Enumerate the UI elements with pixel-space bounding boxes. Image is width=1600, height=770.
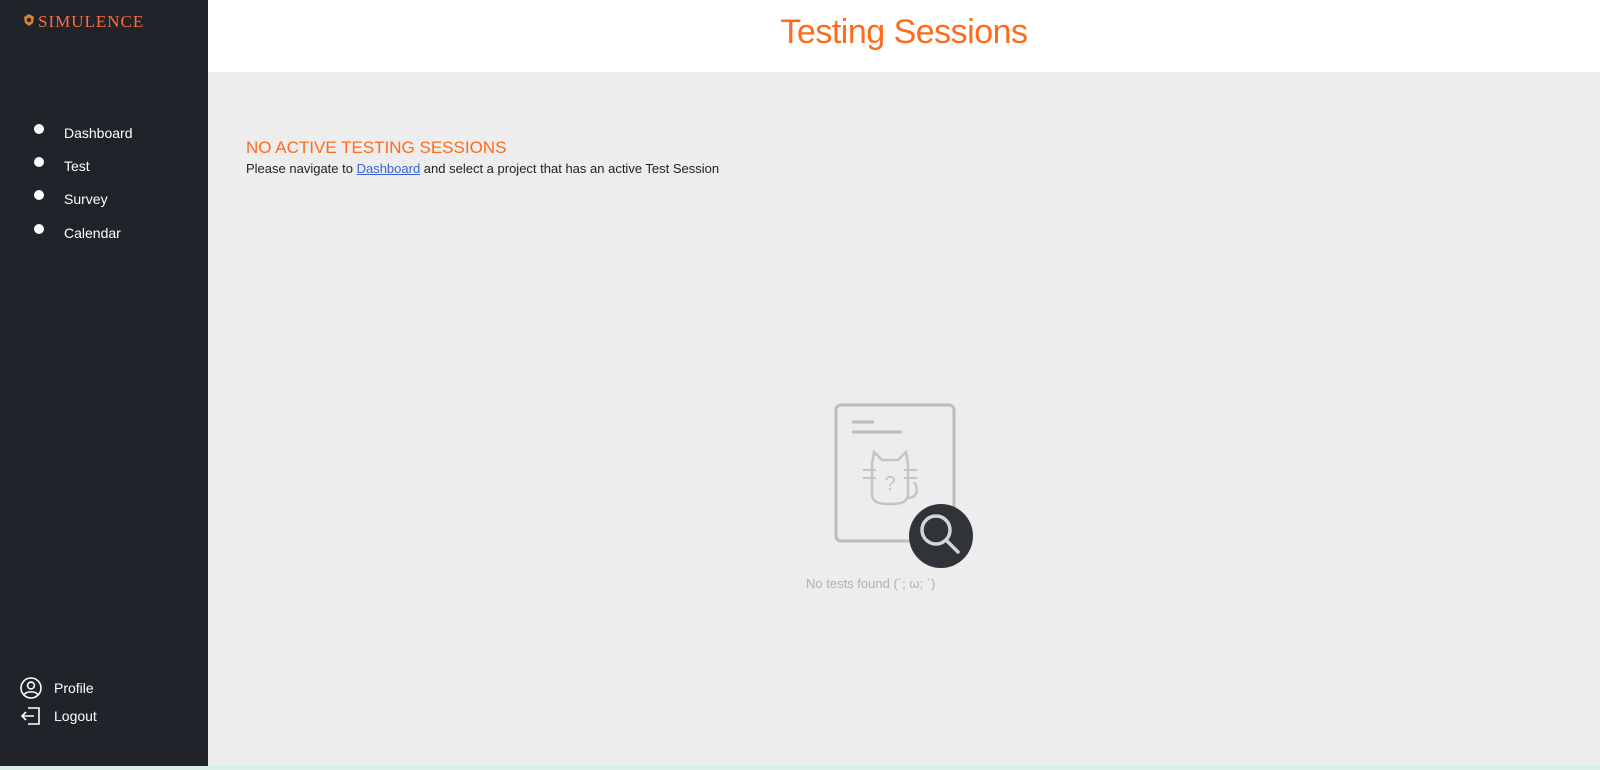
logo-icon bbox=[22, 13, 36, 32]
sidebar-item-survey[interactable]: Survey bbox=[0, 183, 208, 216]
no-sessions-notice: NO ACTIVE TESTING SESSIONS Please naviga… bbox=[246, 138, 719, 176]
bullet-icon bbox=[34, 157, 44, 168]
notice-text-after: and select a project that has an active … bbox=[420, 161, 720, 176]
page-bottom-border bbox=[0, 766, 1600, 770]
notice-text: Please navigate to Dashboard and select … bbox=[246, 161, 719, 176]
notice-heading: NO ACTIVE TESTING SESSIONS bbox=[246, 138, 507, 157]
logout-label: Logout bbox=[54, 708, 97, 724]
sidebar-item-label: Test bbox=[64, 158, 90, 175]
logout-icon bbox=[20, 707, 40, 725]
sidebar-item-profile[interactable]: Profile bbox=[20, 674, 97, 702]
page-header: Testing Sessions bbox=[208, 0, 1600, 72]
sidebar-item-calendar[interactable]: Calendar bbox=[0, 216, 208, 249]
bullet-icon bbox=[34, 123, 44, 134]
sidebar-item-label: Calendar bbox=[64, 224, 121, 241]
bullet-icon bbox=[34, 190, 44, 201]
no-results-illustration-icon: ? bbox=[834, 403, 973, 568]
sidebar-item-label: Dashboard bbox=[64, 124, 133, 141]
sidebar-item-test[interactable]: Test bbox=[0, 149, 208, 182]
user-circle-icon bbox=[20, 677, 42, 699]
svg-text:?: ? bbox=[884, 473, 895, 495]
sidebar-bottom-nav: Profile Logout bbox=[20, 674, 97, 730]
dashboard-link[interactable]: Dashboard bbox=[357, 161, 421, 176]
empty-state-caption: No tests found (´; ω; `) bbox=[806, 576, 936, 591]
sidebar-item-dashboard[interactable]: Dashboard bbox=[0, 116, 208, 149]
logo-text: SIMULENCE bbox=[38, 12, 145, 31]
empty-state: ? bbox=[790, 402, 980, 577]
sidebar: SIMULENCE Dashboard Test Survey Calendar… bbox=[0, 0, 208, 766]
profile-label: Profile bbox=[54, 680, 94, 696]
sidebar-item-label: Survey bbox=[64, 191, 108, 208]
sidebar-item-logout[interactable]: Logout bbox=[20, 702, 97, 730]
sidebar-nav: Dashboard Test Survey Calendar bbox=[0, 116, 208, 250]
notice-text-before: Please navigate to bbox=[246, 161, 357, 176]
page-title: Testing Sessions bbox=[780, 12, 1028, 51]
bullet-icon bbox=[34, 223, 44, 234]
app-logo[interactable]: SIMULENCE bbox=[22, 12, 144, 32]
